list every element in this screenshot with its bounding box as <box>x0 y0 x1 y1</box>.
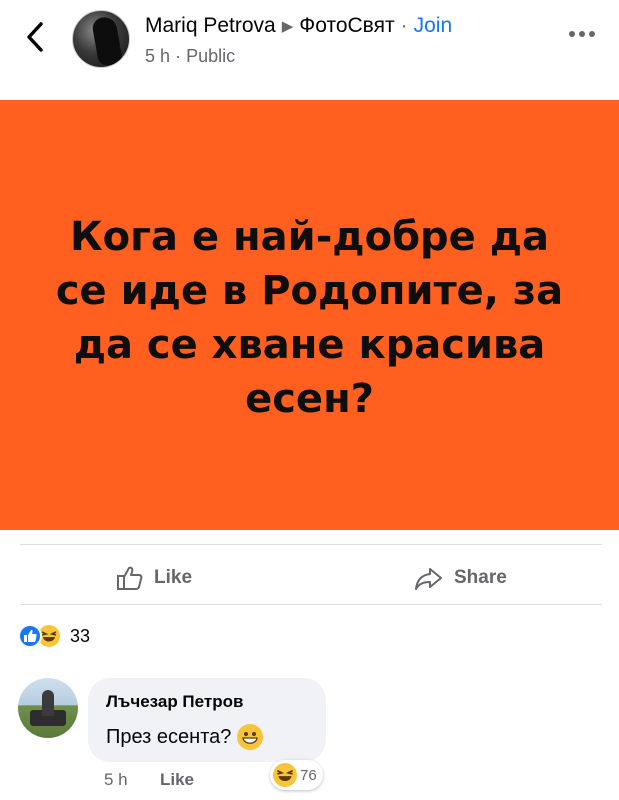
commenter-avatar[interactable] <box>18 678 78 738</box>
caret-right-icon: ▶ <box>281 18 294 35</box>
more-options-icon[interactable] <box>569 28 599 40</box>
share-label: Share <box>454 567 507 588</box>
back-arrow-icon[interactable] <box>22 20 50 54</box>
comment-bubble: Лъчезар Петров През есента? <box>88 678 326 762</box>
haha-reaction-icon <box>273 763 297 787</box>
commenter-name[interactable]: Лъчезар Петров <box>106 692 243 712</box>
meta-separator: · <box>175 46 182 66</box>
like-label: Like <box>154 567 193 588</box>
like-reaction-icon <box>18 624 42 648</box>
reaction-count[interactable]: 33 <box>70 626 90 647</box>
thumbs-up-icon <box>117 566 143 590</box>
like-button[interactable]: Like <box>116 560 192 596</box>
comment-time[interactable]: 5 h <box>104 770 128 790</box>
post-meta: 5 h · Public <box>145 46 235 67</box>
reaction-summary[interactable]: 33 <box>18 622 90 650</box>
comment-like-button[interactable]: Like <box>160 770 194 790</box>
separator-dot: · <box>400 14 408 37</box>
author-name[interactable]: Mariq Petrova <box>145 14 276 38</box>
post-title-line: Mariq Petrova ▶ ФотоСвят · Join <box>145 14 452 38</box>
post-time[interactable]: 5 h <box>145 46 170 66</box>
comment-reaction-count[interactable]: 76 <box>270 760 323 790</box>
group-name[interactable]: ФотоСвят <box>299 14 394 38</box>
visibility-label: Public <box>186 46 236 66</box>
divider <box>20 604 602 605</box>
join-button[interactable]: Join <box>414 14 453 38</box>
share-button[interactable]: Share <box>414 560 507 596</box>
comment-text: През есента? <box>106 725 232 748</box>
post-text: Кога е най-добре да се иде в Родопите, з… <box>55 214 564 422</box>
comment-text-line: През есента? <box>106 724 264 750</box>
grinning-emoji-icon <box>237 724 264 750</box>
divider <box>20 544 602 545</box>
post-text-background: Кога е най-добре да се иде в Родопите, з… <box>0 100 619 530</box>
share-arrow-icon <box>415 568 442 590</box>
comment-reaction-number: 76 <box>300 766 317 784</box>
author-avatar[interactable] <box>72 10 130 68</box>
post-header: Mariq Petrova ▶ ФотоСвят · Join 5 h · Pu… <box>0 0 619 100</box>
